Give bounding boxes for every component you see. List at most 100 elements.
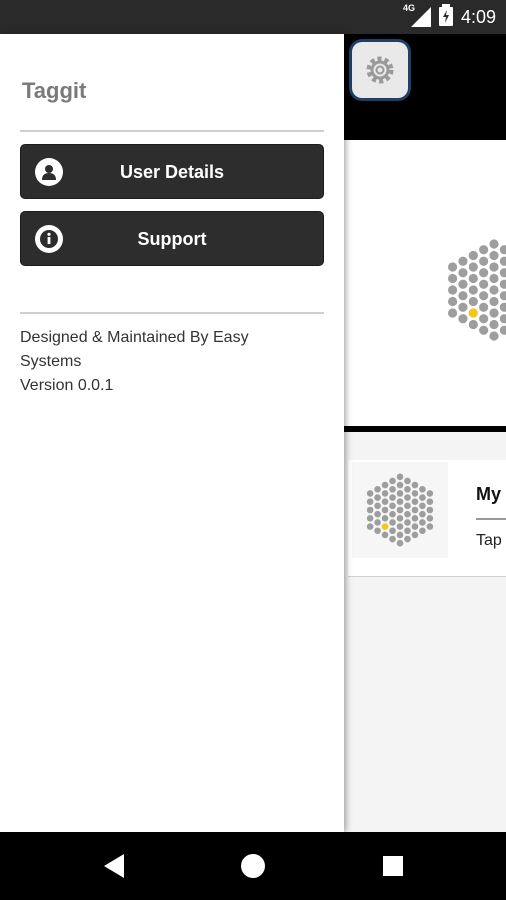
hex-dot bbox=[396, 490, 404, 497]
hex-dot bbox=[426, 523, 434, 530]
hex-dot bbox=[389, 494, 396, 501]
hexagon-thumbnail-icon bbox=[366, 473, 434, 547]
hex-dot bbox=[499, 256, 506, 266]
hexagon-logo bbox=[448, 239, 506, 341]
navigation-drawer: Taggit User Details Support Designed & M… bbox=[0, 34, 344, 832]
hex-dot bbox=[404, 477, 411, 485]
hex-dot bbox=[381, 498, 389, 505]
hex-dot bbox=[499, 302, 506, 312]
tag-card[interactable]: My Tap bbox=[348, 460, 506, 577]
hex-dot bbox=[458, 314, 468, 324]
hex-dot bbox=[489, 239, 499, 249]
hex-dot bbox=[396, 531, 404, 539]
hex-dot bbox=[489, 250, 499, 261]
app-header bbox=[344, 34, 506, 140]
hex-dot bbox=[404, 485, 411, 493]
hex-dot bbox=[458, 279, 468, 289]
hex-dot bbox=[366, 506, 374, 514]
hex-dot bbox=[396, 481, 404, 489]
hex-dot bbox=[479, 325, 489, 335]
hex-dot bbox=[404, 535, 411, 543]
hex-dot bbox=[499, 245, 506, 255]
user-details-button[interactable]: User Details bbox=[20, 144, 324, 199]
hex-dot bbox=[448, 273, 458, 284]
hex-dot bbox=[389, 502, 396, 510]
hex-dot bbox=[389, 477, 396, 485]
hex-dot bbox=[381, 515, 389, 522]
hex-dot bbox=[479, 314, 489, 324]
hex-dot bbox=[468, 273, 478, 284]
hex-dot bbox=[396, 539, 404, 547]
hex-dot bbox=[499, 325, 506, 335]
hex-dot bbox=[426, 515, 434, 522]
hex-dot bbox=[374, 502, 381, 510]
credit-text: Designed & Maintained By Easy Systems bbox=[20, 329, 249, 370]
hex-dot bbox=[499, 268, 506, 278]
hex-dot bbox=[479, 245, 489, 255]
hex-dot bbox=[468, 296, 478, 307]
hex-dot bbox=[458, 302, 468, 312]
drawer-divider-top bbox=[20, 130, 324, 132]
hex-dot bbox=[381, 506, 389, 514]
drawer-divider-bottom bbox=[20, 312, 324, 314]
hex-dot bbox=[468, 285, 478, 295]
hero-panel bbox=[344, 140, 506, 432]
recents-button[interactable] bbox=[363, 832, 423, 900]
hex-dot bbox=[458, 256, 468, 266]
hex-dot bbox=[396, 523, 404, 530]
hex-dot bbox=[419, 510, 426, 518]
hex-dot bbox=[479, 291, 489, 301]
home-button[interactable] bbox=[223, 832, 283, 900]
hex-dot bbox=[374, 494, 381, 501]
hex-dot bbox=[489, 331, 499, 341]
hex-dot bbox=[411, 490, 419, 497]
hex-dot bbox=[381, 531, 389, 539]
hex-dot bbox=[479, 256, 489, 266]
drawer-title: Taggit bbox=[22, 78, 87, 103]
hex-dot bbox=[366, 498, 374, 505]
hex-dot bbox=[458, 291, 468, 301]
drawer-footer: Designed & Maintained By Easy Systems Ve… bbox=[20, 326, 280, 398]
hex-dot bbox=[468, 319, 478, 330]
network-4g-icon: 4G bbox=[403, 3, 431, 27]
hex-dot bbox=[389, 519, 396, 526]
hex-dot bbox=[374, 527, 381, 535]
hex-dot bbox=[419, 519, 426, 526]
hex-dot bbox=[499, 314, 506, 324]
support-button[interactable]: Support bbox=[20, 211, 324, 266]
card-thumbnail bbox=[352, 462, 448, 558]
hex-dot bbox=[419, 527, 426, 535]
back-button[interactable] bbox=[84, 832, 144, 900]
hex-dot bbox=[419, 494, 426, 501]
gear-icon bbox=[366, 56, 394, 84]
user-details-label: User Details bbox=[119, 162, 225, 182]
hex-dot bbox=[396, 515, 404, 522]
hex-dot bbox=[448, 262, 458, 272]
hex-dot bbox=[381, 481, 389, 489]
hex-dot bbox=[381, 490, 389, 497]
hex-dot bbox=[374, 510, 381, 518]
hex-dot bbox=[404, 527, 411, 535]
settings-button[interactable] bbox=[352, 42, 408, 98]
background-app: My Tap bbox=[344, 34, 506, 832]
hex-dot bbox=[396, 498, 404, 505]
back-triangle-icon bbox=[104, 854, 124, 878]
clock: 4:09 bbox=[460, 6, 496, 27]
hex-dot bbox=[419, 485, 426, 493]
battery-icon bbox=[438, 3, 453, 31]
hex-dot bbox=[468, 308, 478, 318]
hex-dot bbox=[419, 502, 426, 510]
hex-dot bbox=[499, 279, 506, 289]
status-bar: 4G 4:09 bbox=[0, 0, 506, 34]
recents-square-icon bbox=[383, 856, 403, 876]
hex-dot bbox=[489, 273, 499, 284]
hex-dot bbox=[489, 308, 499, 318]
hex-dot bbox=[426, 506, 434, 514]
hex-dot bbox=[404, 502, 411, 510]
hex-dot bbox=[389, 485, 396, 493]
hex-dot bbox=[404, 519, 411, 526]
hex-dot bbox=[411, 515, 419, 522]
hex-dot bbox=[479, 302, 489, 312]
hex-dot bbox=[479, 268, 489, 278]
hex-dot bbox=[366, 515, 374, 522]
